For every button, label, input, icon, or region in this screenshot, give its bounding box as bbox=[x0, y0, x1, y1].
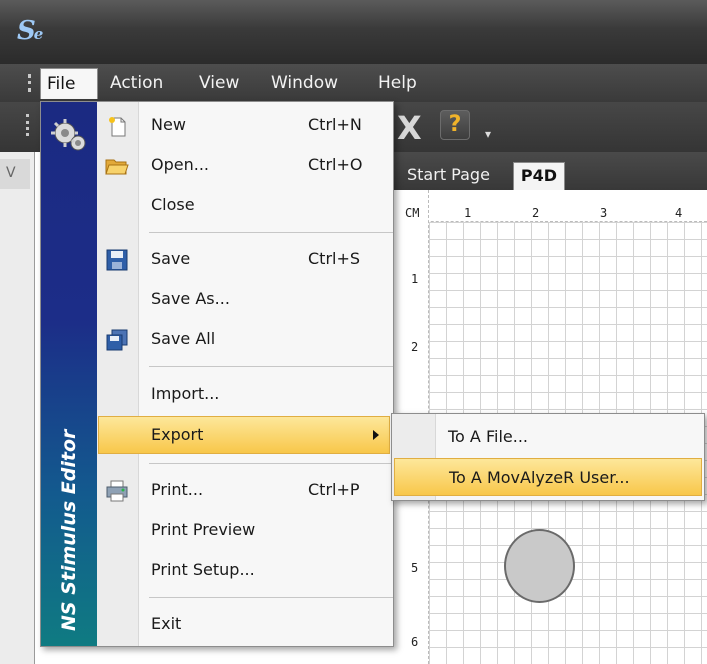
menu-item-open[interactable]: Open... Ctrl+O bbox=[97, 147, 393, 185]
ruler-y-label: 1 bbox=[411, 272, 419, 286]
gear-icon bbox=[51, 119, 86, 151]
menu-item-label: New bbox=[151, 115, 186, 134]
menu-item-shortcut: Ctrl+N bbox=[308, 115, 362, 134]
menu-item-shortcut: Ctrl+O bbox=[308, 155, 363, 174]
menu-file[interactable]: File bbox=[40, 68, 98, 99]
menu-item-save[interactable]: Save Ctrl+S bbox=[97, 241, 393, 279]
ruler-y-label: 6 bbox=[411, 635, 419, 649]
toolbar-grip-icon[interactable] bbox=[26, 114, 30, 136]
left-panel-tab[interactable]: V bbox=[0, 159, 30, 189]
ruler-y-label: 2 bbox=[411, 340, 419, 354]
left-panel: V bbox=[0, 152, 35, 664]
submenu-arrow-icon bbox=[373, 430, 379, 440]
menu-item-label: Export bbox=[151, 425, 204, 444]
menu-item-label: Print Preview bbox=[151, 520, 256, 539]
menu-item-exit[interactable]: Exit bbox=[97, 606, 393, 644]
ruler-x-label: 2 bbox=[532, 206, 540, 220]
menu-item-save-all[interactable]: Save All bbox=[97, 321, 393, 359]
menu-window[interactable]: Window bbox=[265, 68, 344, 99]
help-icon[interactable]: ? bbox=[440, 110, 470, 140]
menu-item-new[interactable]: New Ctrl+N bbox=[97, 107, 393, 145]
menu-item-label: Print... bbox=[151, 480, 204, 499]
submenu-item-to-a-file[interactable]: To A File... bbox=[394, 418, 702, 456]
menu-item-import[interactable]: Import... bbox=[97, 376, 393, 414]
file-menu-dropdown: NS Stimulus Editor New Ctrl+N Open... Ct… bbox=[40, 101, 394, 647]
open-folder-icon bbox=[105, 159, 129, 175]
menu-item-print-preview[interactable]: Print Preview bbox=[97, 512, 393, 550]
menu-help[interactable]: Help bbox=[372, 68, 423, 99]
submenu-item-to-movalyzer-user[interactable]: To A MovAlyzeR User... bbox=[394, 458, 702, 496]
ruler-unit: CM bbox=[405, 206, 420, 220]
menu-action[interactable]: Action bbox=[104, 68, 169, 99]
app-logo: Se bbox=[17, 16, 43, 46]
save-disk-icon bbox=[106, 249, 128, 271]
menu-separator bbox=[149, 463, 393, 464]
new-file-icon bbox=[109, 117, 126, 137]
tab-p4d[interactable]: P4D bbox=[513, 162, 565, 190]
submenu-item-label: To A MovAlyzeR User... bbox=[449, 468, 630, 487]
close-document-icon[interactable]: X bbox=[397, 109, 422, 147]
save-all-icon bbox=[106, 329, 128, 351]
menu-item-label: Save All bbox=[151, 329, 216, 348]
menubar-grip-icon[interactable] bbox=[28, 74, 32, 92]
menu-item-print[interactable]: Print... Ctrl+P bbox=[97, 472, 393, 510]
ruler-top bbox=[391, 190, 707, 222]
menu-item-save-as[interactable]: Save As... bbox=[97, 281, 393, 319]
menu-item-print-setup[interactable]: Print Setup... bbox=[97, 552, 393, 590]
menu-bar: File Action View Window Help bbox=[0, 64, 707, 102]
menu-item-label: Import... bbox=[151, 384, 220, 403]
menu-item-label: Open... bbox=[151, 155, 209, 174]
menu-item-close[interactable]: Close bbox=[97, 187, 393, 225]
menu-separator bbox=[149, 366, 393, 367]
menu-item-shortcut: Ctrl+P bbox=[308, 480, 360, 499]
toolbar-overflow-icon[interactable]: ▾ bbox=[485, 127, 491, 141]
title-bar: Se bbox=[0, 0, 707, 64]
stimulus-circle[interactable] bbox=[504, 529, 575, 603]
ruler-x-label: 3 bbox=[600, 206, 608, 220]
ruler-y-label: 5 bbox=[411, 561, 419, 575]
menu-separator bbox=[149, 232, 393, 233]
document-tab-strip: Start Page P4D bbox=[391, 152, 707, 190]
menu-view[interactable]: View bbox=[193, 68, 245, 99]
printer-icon bbox=[106, 480, 128, 502]
menu-item-label: Close bbox=[151, 195, 195, 214]
tab-start-page[interactable]: Start Page bbox=[399, 162, 498, 190]
menu-item-shortcut: Ctrl+S bbox=[308, 249, 361, 268]
menu-separator bbox=[149, 597, 393, 598]
menu-item-label: Save As... bbox=[151, 289, 230, 308]
menu-item-label: Print Setup... bbox=[151, 560, 255, 579]
menu-item-label: Save bbox=[151, 249, 191, 268]
menu-item-label: Exit bbox=[151, 614, 182, 633]
ruler-x-label: 1 bbox=[464, 206, 472, 220]
banner-title: NS Stimulus Editor bbox=[58, 429, 80, 631]
menu-item-export[interactable]: Export bbox=[98, 416, 390, 454]
ruler-x-label: 4 bbox=[675, 206, 683, 220]
submenu-item-label: To A File... bbox=[448, 427, 528, 446]
export-submenu: To A File... To A MovAlyzeR User... bbox=[391, 413, 705, 501]
file-menu-banner: NS Stimulus Editor bbox=[41, 102, 97, 646]
